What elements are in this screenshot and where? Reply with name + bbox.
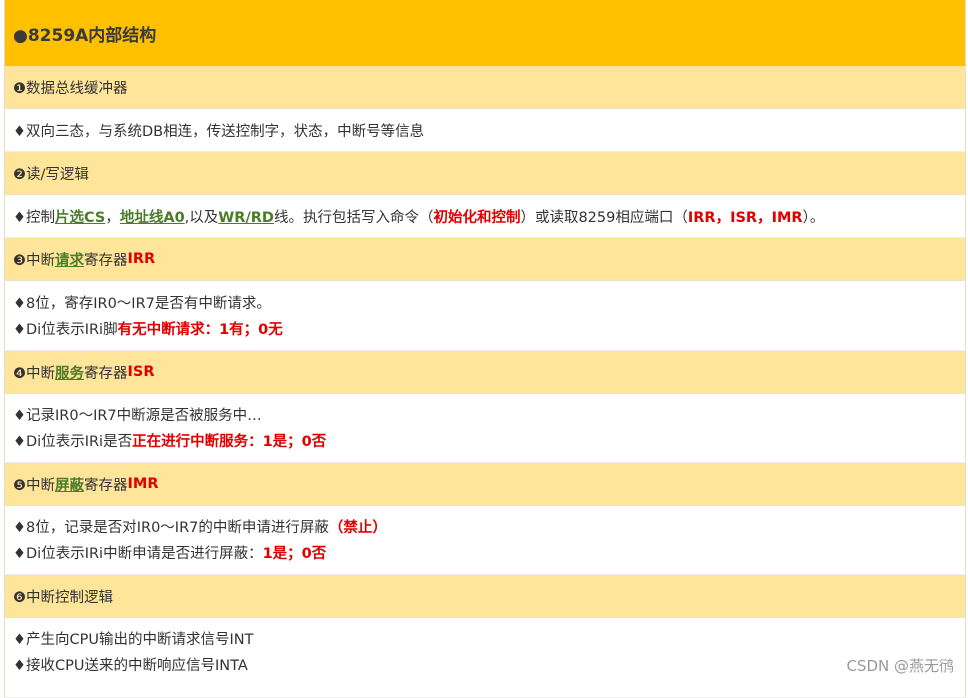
- text: ♦控制: [13, 209, 55, 226]
- section-heading-4: ❹中断 服务 寄存器 ISR: [4, 351, 966, 394]
- text: 寄存器: [84, 252, 128, 269]
- text: 寄存器: [84, 477, 128, 494]
- text: ♦Di位表示IRi脚: [13, 322, 118, 338]
- page-title: ●8259A内部结构: [4, 0, 966, 66]
- highlight: 1是；0否: [262, 546, 327, 562]
- text: ）或读取8259相应端口（: [520, 209, 688, 226]
- section-body-1: ♦双向三态，与系统DB相连，传送控制字，状态，中断号等信息: [4, 109, 966, 152]
- section-body-6: ♦产生向CPU输出的中断请求信号INT ♦接收CPU送来的中断响应信号INTA: [4, 618, 966, 698]
- text: 寄存器: [84, 365, 128, 382]
- highlight: IMR: [127, 476, 159, 492]
- text-line: ♦Di位表示IRi是否正在进行中断服务：1是；0否: [13, 429, 965, 455]
- section-heading-3: ❸中断 请求 寄存器 IRR: [4, 238, 966, 281]
- text: ,以及: [184, 209, 219, 226]
- highlight: 服务: [55, 365, 84, 382]
- highlight: 屏蔽: [55, 477, 84, 494]
- section-body-5: ♦8位，记录是否对IR0～IR7的中断申请进行屏蔽（禁止） ♦Di位表示IRi中…: [4, 506, 966, 575]
- highlight: 请求: [55, 252, 84, 269]
- text-line: ♦记录IR0～IR7中断源是否被服务中…: [13, 408, 262, 424]
- text: ❹中断: [13, 365, 55, 382]
- text-line: ♦8位，寄存IR0～IR7是否有中断请求。: [13, 296, 271, 312]
- text: ♦8位，记录是否对IR0～IR7的中断申请进行屏蔽: [13, 520, 329, 536]
- text-line: ♦Di位表示IRi中断申请是否进行屏蔽：1是；0否: [13, 541, 965, 567]
- section-heading-6: ❻中断控制逻辑: [4, 575, 966, 618]
- text-line: ♦接收CPU送来的中断响应信号INTA: [13, 658, 248, 674]
- text: ）。: [802, 209, 825, 226]
- text: ❸中断: [13, 252, 55, 269]
- text-line: ♦双向三态，与系统DB相连，传送控制字，状态，中断号等信息: [13, 123, 425, 140]
- watermark: CSDN @燕无鸻: [846, 657, 954, 675]
- highlight-wrrd: WR/RD: [218, 209, 274, 226]
- section-body-2: ♦控制片选CS，地址线A0,以及WR/RD线。执行包括写入命令（初始化和控制）或…: [4, 195, 966, 238]
- highlight: 正在进行中断服务：1是；0否: [132, 434, 327, 450]
- section-body-3: ♦8位，寄存IR0～IR7是否有中断请求。 ♦Di位表示IRi脚有无中断请求：1…: [4, 281, 966, 351]
- text: ❺中断: [13, 477, 55, 494]
- text: ♦Di位表示IRi中断申请是否进行屏蔽：: [13, 546, 263, 562]
- content-table: ●8259A内部结构 ❶数据总线缓冲器 ♦双向三态，与系统DB相连，传送控制字，…: [4, 0, 966, 698]
- text: 线。执行包括写入命令（: [273, 209, 434, 226]
- highlight: ISR: [127, 364, 155, 380]
- highlight-ports: IRR，ISR，IMR: [687, 209, 803, 226]
- text-line: ♦产生向CPU输出的中断请求信号INT: [13, 632, 254, 648]
- text-line: ♦控制片选CS，地址线A0,以及WR/RD线。执行包括写入命令（初始化和控制）或…: [13, 206, 824, 227]
- section-heading-2: ❷读/写逻辑: [4, 152, 966, 195]
- text: ，: [105, 209, 120, 226]
- highlight-cs: 片选CS: [55, 209, 106, 226]
- highlight-init: 初始化和控制: [433, 209, 521, 226]
- section-heading-5: ❺中断 屏蔽 寄存器 IMR: [4, 463, 966, 506]
- section-heading-1: ❶数据总线缓冲器: [4, 66, 966, 109]
- highlight: （禁止）: [328, 520, 387, 536]
- highlight: IRR: [127, 251, 156, 267]
- highlight: 有无中断请求：1有；0无: [117, 322, 283, 338]
- text: ♦Di位表示IRi是否: [13, 434, 133, 450]
- text-line: ♦Di位表示IRi脚有无中断请求：1有；0无: [13, 317, 965, 343]
- section-body-4: ♦记录IR0～IR7中断源是否被服务中… ♦Di位表示IRi是否正在进行中断服务…: [4, 394, 966, 463]
- highlight-a0: 地址线A0: [119, 209, 185, 226]
- text-line: ♦8位，记录是否对IR0～IR7的中断申请进行屏蔽（禁止）: [13, 515, 965, 541]
